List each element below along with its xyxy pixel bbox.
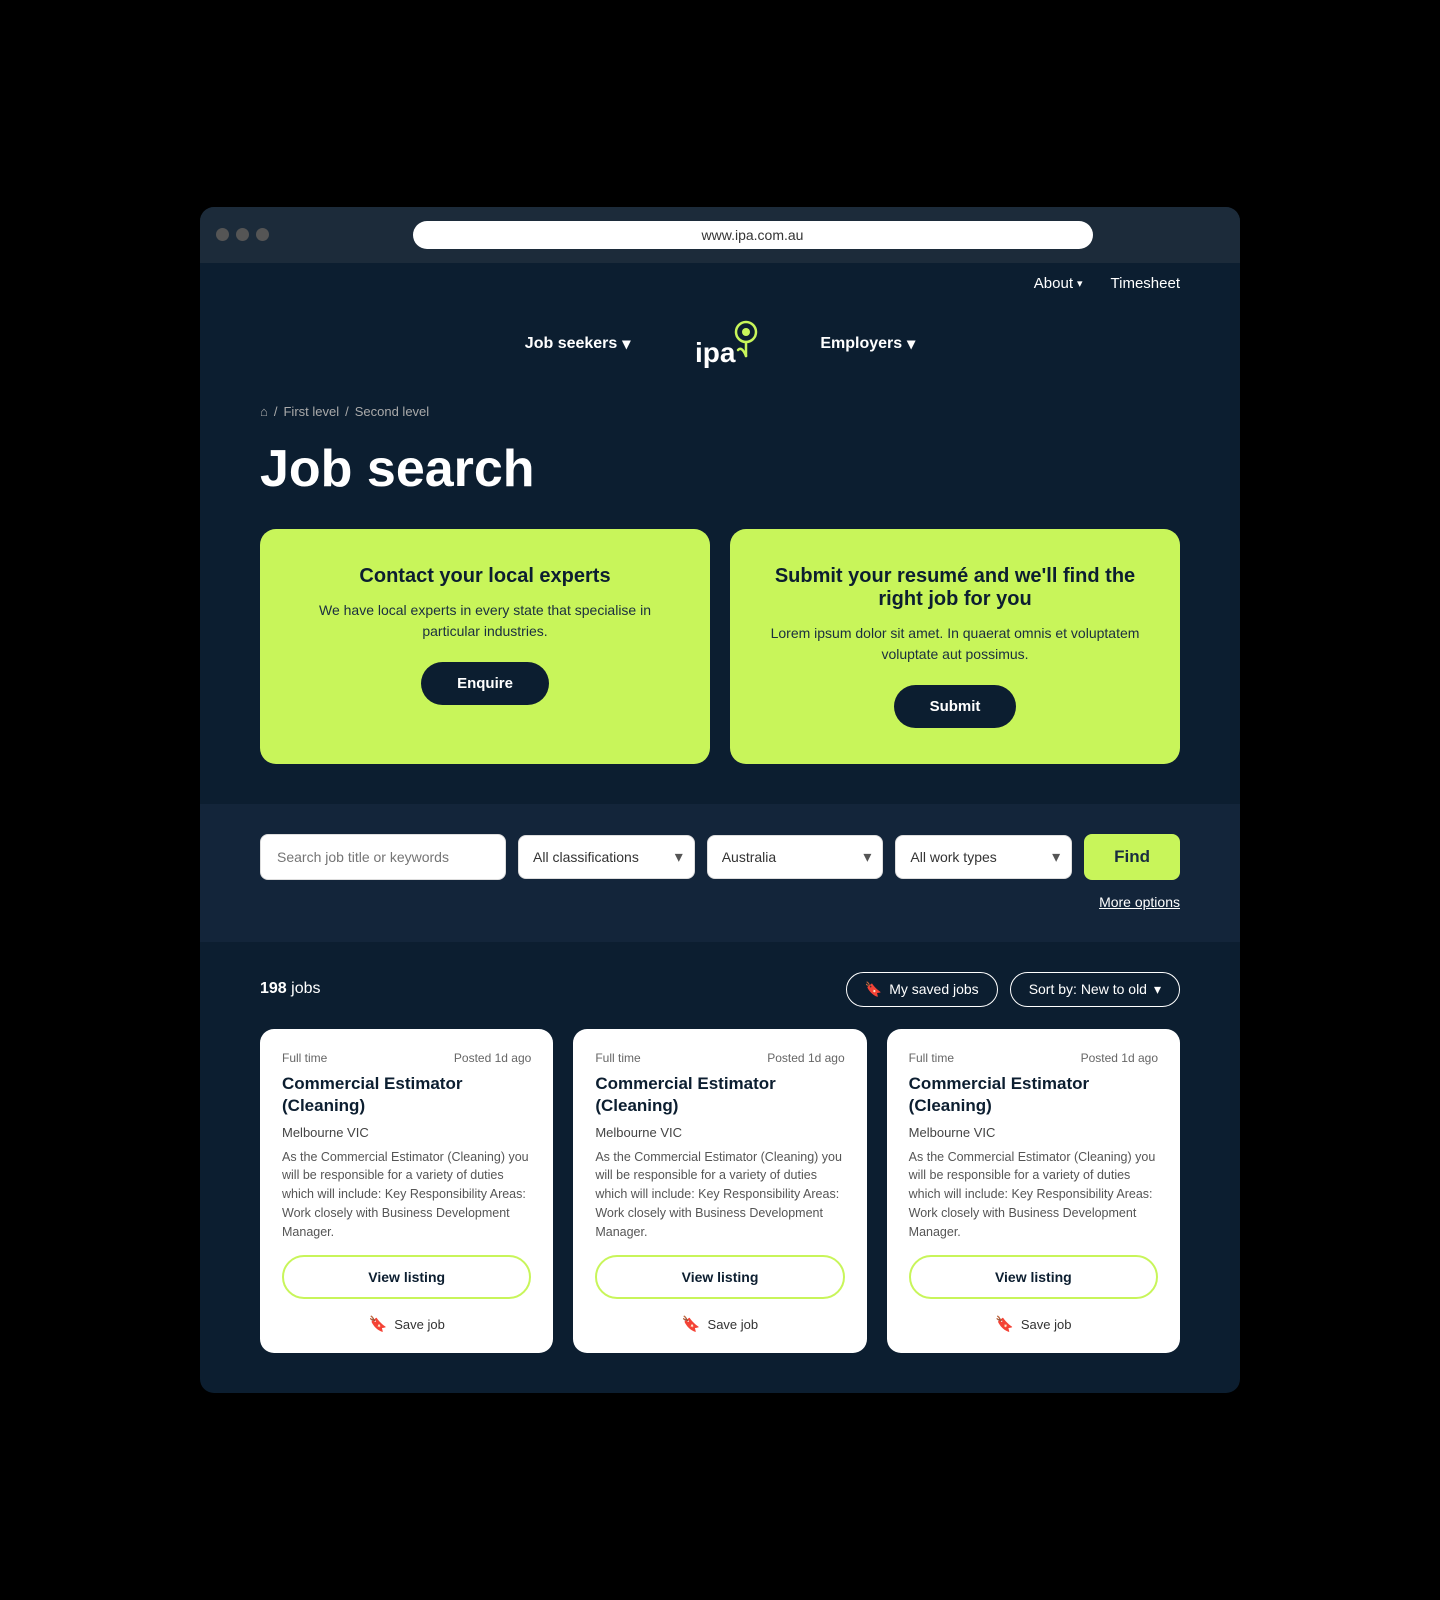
breadcrumb-sep-1: / — [274, 404, 278, 419]
breadcrumb: ⌂ / First level / Second level — [200, 394, 1240, 429]
view-listing-button[interactable]: View listing — [282, 1255, 531, 1299]
promo-card-contact-body: We have local experts in every state tha… — [292, 600, 678, 642]
page-title: Job search — [200, 429, 1240, 529]
job-posted: Posted 1d ago — [454, 1051, 531, 1065]
about-chevron-icon: ▾ — [1077, 277, 1083, 290]
job-card-meta: Full time Posted 1d ago — [595, 1051, 844, 1065]
promo-card-submit-heading: Submit your resumé and we'll find the ri… — [762, 565, 1148, 611]
sort-button[interactable]: Sort by: New to old ▾ — [1010, 972, 1180, 1007]
logo[interactable]: ipa — [690, 314, 760, 374]
about-nav-link[interactable]: About ▾ — [1034, 275, 1083, 292]
job-posted: Posted 1d ago — [767, 1051, 844, 1065]
work-type-select[interactable]: All work types Full time Part time Contr… — [895, 835, 1072, 879]
work-type-select-wrapper: All work types Full time Part time Contr… — [895, 835, 1072, 879]
search-input[interactable] — [260, 834, 506, 880]
classification-select-wrapper: All classifications Accounting Administr… — [518, 835, 695, 879]
job-description: As the Commercial Estimator (Cleaning) y… — [595, 1148, 844, 1242]
location-select-wrapper: Australia ACT NSW NT QLD SA TAS VIC WA ▾ — [707, 835, 884, 879]
job-card: Full time Posted 1d ago Commercial Estim… — [887, 1029, 1180, 1354]
job-work-type: Full time — [282, 1051, 327, 1065]
sort-chevron-icon: ▾ — [1154, 981, 1161, 998]
dot-red — [216, 228, 229, 241]
job-work-type: Full time — [909, 1051, 954, 1065]
job-location: Melbourne VIC — [595, 1125, 844, 1140]
listings-section: 198 jobs 🔖 My saved jobs Sort by: New to… — [200, 942, 1240, 1394]
job-cards: Full time Posted 1d ago Commercial Estim… — [260, 1029, 1180, 1354]
promo-card-submit: Submit your resumé and we'll find the ri… — [730, 529, 1180, 764]
job-count-number: 198 — [260, 980, 287, 997]
more-options-link[interactable]: More options — [1099, 894, 1180, 910]
save-job-label: Save job — [708, 1317, 759, 1332]
view-listing-button[interactable]: View listing — [909, 1255, 1158, 1299]
promo-card-contact-heading: Contact your local experts — [359, 565, 610, 588]
sort-label: Sort by: New to old — [1029, 981, 1147, 997]
job-posted: Posted 1d ago — [1081, 1051, 1158, 1065]
dot-green — [256, 228, 269, 241]
promo-card-submit-body: Lorem ipsum dolor sit amet. In quaerat o… — [762, 623, 1148, 665]
bookmark-icon: 🔖 — [865, 981, 882, 998]
save-job-link[interactable]: 🔖 Save job — [282, 1307, 531, 1335]
job-location: Melbourne VIC — [282, 1125, 531, 1140]
search-section: All classifications Accounting Administr… — [200, 804, 1240, 942]
job-description: As the Commercial Estimator (Cleaning) y… — [909, 1148, 1158, 1242]
job-card-meta: Full time Posted 1d ago — [909, 1051, 1158, 1065]
save-bookmark-icon: 🔖 — [682, 1315, 701, 1333]
job-seekers-label: Job seekers — [525, 335, 618, 353]
breadcrumb-sep-2: / — [345, 404, 349, 419]
employers-chevron-icon: ▾ — [907, 334, 915, 354]
location-select[interactable]: Australia ACT NSW NT QLD SA TAS VIC WA — [707, 835, 884, 879]
home-icon[interactable]: ⌂ — [260, 404, 268, 419]
view-listing-button[interactable]: View listing — [595, 1255, 844, 1299]
promo-section: Contact your local experts We have local… — [200, 529, 1240, 804]
browser-dots — [216, 228, 269, 241]
about-label: About — [1034, 275, 1073, 292]
job-title: Commercial Estimator (Cleaning) — [282, 1073, 531, 1117]
submit-button[interactable]: Submit — [894, 685, 1017, 728]
address-bar[interactable]: www.ipa.com.au — [413, 221, 1093, 249]
svg-text:ipa: ipa — [695, 337, 736, 368]
saved-jobs-label: My saved jobs — [889, 981, 978, 997]
job-card: Full time Posted 1d ago Commercial Estim… — [573, 1029, 866, 1354]
job-seekers-nav[interactable]: Job seekers ▾ — [525, 334, 631, 354]
find-button[interactable]: Find — [1084, 834, 1180, 880]
job-location: Melbourne VIC — [909, 1125, 1158, 1140]
save-job-label: Save job — [394, 1317, 445, 1332]
logo-svg: ipa — [690, 314, 760, 374]
dot-yellow — [236, 228, 249, 241]
job-title: Commercial Estimator (Cleaning) — [909, 1073, 1158, 1117]
main-nav: Job seekers ▾ ipa Employers ▾ — [200, 304, 1240, 394]
listings-actions: 🔖 My saved jobs Sort by: New to old ▾ — [846, 972, 1180, 1007]
breadcrumb-level2: Second level — [355, 404, 429, 419]
timesheet-label: Timesheet — [1111, 275, 1180, 292]
save-job-link[interactable]: 🔖 Save job — [909, 1307, 1158, 1335]
search-row: All classifications Accounting Administr… — [260, 834, 1180, 880]
save-bookmark-icon: 🔖 — [995, 1315, 1014, 1333]
employers-label: Employers — [820, 335, 902, 353]
saved-jobs-button[interactable]: 🔖 My saved jobs — [846, 972, 998, 1007]
job-seekers-chevron-icon: ▾ — [622, 334, 630, 354]
classification-select[interactable]: All classifications Accounting Administr… — [518, 835, 695, 879]
more-options-row: More options — [260, 894, 1180, 912]
employers-nav[interactable]: Employers ▾ — [820, 334, 915, 354]
top-nav: About ▾ Timesheet — [200, 263, 1240, 304]
breadcrumb-level1[interactable]: First level — [283, 404, 339, 419]
save-job-label: Save job — [1021, 1317, 1072, 1332]
job-card: Full time Posted 1d ago Commercial Estim… — [260, 1029, 553, 1354]
browser-chrome: www.ipa.com.au — [200, 207, 1240, 263]
promo-card-contact: Contact your local experts We have local… — [260, 529, 710, 764]
job-work-type: Full time — [595, 1051, 640, 1065]
job-card-meta: Full time Posted 1d ago — [282, 1051, 531, 1065]
enquire-button[interactable]: Enquire — [421, 662, 549, 705]
save-bookmark-icon: 🔖 — [369, 1315, 388, 1333]
save-job-link[interactable]: 🔖 Save job — [595, 1307, 844, 1335]
browser-window: www.ipa.com.au About ▾ Timesheet Job see… — [200, 207, 1240, 1394]
timesheet-nav-link[interactable]: Timesheet — [1111, 275, 1180, 292]
job-title: Commercial Estimator (Cleaning) — [595, 1073, 844, 1117]
listings-header: 198 jobs 🔖 My saved jobs Sort by: New to… — [260, 972, 1180, 1007]
job-description: As the Commercial Estimator (Cleaning) y… — [282, 1148, 531, 1242]
job-count: 198 jobs — [260, 980, 321, 998]
job-count-suffix: jobs — [291, 980, 320, 997]
